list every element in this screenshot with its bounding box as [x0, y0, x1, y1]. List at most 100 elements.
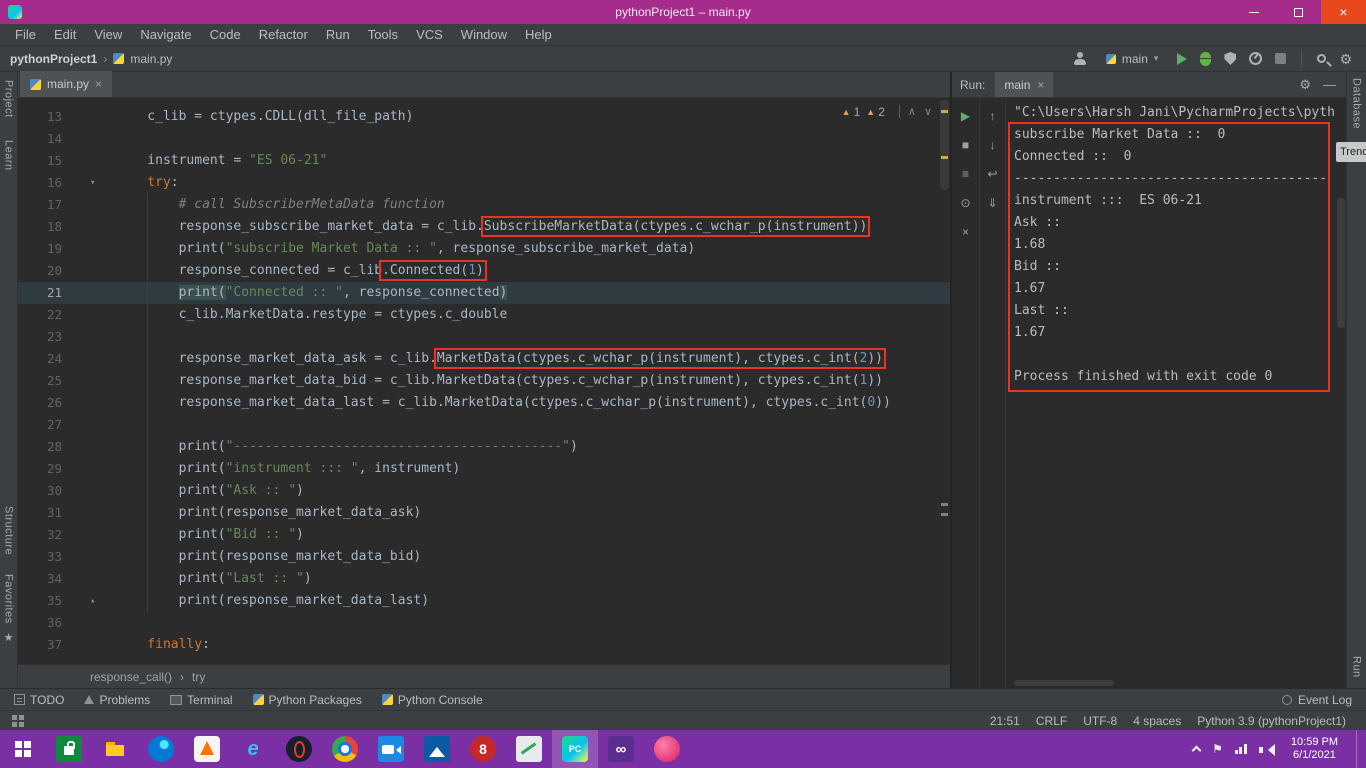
- tool-button-learn[interactable]: Learn: [3, 140, 15, 171]
- tool-window-button-todo[interactable]: TODO: [14, 693, 64, 707]
- breadcrumb-file[interactable]: main.py: [130, 52, 172, 66]
- run-button[interactable]: [1177, 52, 1188, 65]
- taskbar-app-visual-studio[interactable]: ∞: [598, 730, 644, 768]
- tab-close-icon[interactable]: ×: [95, 77, 102, 91]
- debug-icon[interactable]: [1200, 51, 1212, 66]
- settings-gear-icon[interactable]: ⚙: [1339, 52, 1352, 66]
- menu-item-run[interactable]: Run: [317, 24, 359, 46]
- menu-item-navigate[interactable]: Navigate: [131, 24, 200, 46]
- profiler-icon[interactable]: [1249, 52, 1263, 65]
- search-everywhere-icon[interactable]: [1317, 54, 1327, 63]
- breadcrumb-function[interactable]: response_call(): [90, 670, 172, 684]
- maximize-button[interactable]: [1276, 0, 1321, 24]
- show-desktop-button[interactable]: [1356, 730, 1362, 768]
- rerun-button[interactable]: ▶: [955, 106, 977, 126]
- fold-icon[interactable]: ▴: [90, 590, 95, 612]
- taskbar-app-file-explorer[interactable]: [92, 730, 138, 768]
- coverage-icon[interactable]: [1224, 52, 1237, 65]
- network-icon[interactable]: [1234, 744, 1247, 754]
- tab-main-py[interactable]: main.py ×: [20, 71, 113, 97]
- inspection-warning-1[interactable]: ▲ 1: [842, 105, 861, 119]
- menu-item-refactor[interactable]: Refactor: [250, 24, 317, 46]
- taskbar-clock[interactable]: 10:59 PM 6/1/2021: [1285, 736, 1344, 762]
- scrollbar-thumb[interactable]: [940, 100, 949, 190]
- taskbar-app-store[interactable]: [46, 730, 92, 768]
- tool-window-button-python-console[interactable]: Python Console: [381, 693, 483, 707]
- menu-item-view[interactable]: View: [85, 24, 131, 46]
- taskbar-app-vlc[interactable]: [184, 730, 230, 768]
- editor[interactable]: 13 c_lib = ctypes.CDLL(dll_file_path) 14 15…: [18, 98, 950, 664]
- hide-panel-icon[interactable]: —: [1323, 77, 1336, 92]
- console[interactable]: "C:\Users\Harsh Jani\PycharmProjects\pyt…: [1006, 98, 1346, 688]
- menu-item-vcs[interactable]: VCS: [407, 24, 452, 46]
- tool-window-button-problems[interactable]: Problems: [84, 693, 150, 707]
- run-panel-header: Run: main × ⚙ —: [952, 72, 1346, 98]
- tool-button-project[interactable]: Project: [3, 80, 15, 118]
- inspection-warning-2[interactable]: ▲ 2: [866, 105, 885, 119]
- stripe-mark[interactable]: [941, 503, 948, 506]
- up-stack-trace-button[interactable]: ↑: [982, 106, 1004, 126]
- code-with-me-icon[interactable]: [1073, 51, 1087, 66]
- breadcrumb-project[interactable]: pythonProject1: [10, 52, 97, 66]
- taskbar-start-button[interactable]: [0, 730, 46, 768]
- run-settings-gear-icon[interactable]: ⚙: [1299, 77, 1311, 93]
- menu-item-window[interactable]: Window: [452, 24, 516, 46]
- menu-item-edit[interactable]: Edit: [45, 24, 85, 46]
- tool-button-database[interactable]: Database: [1351, 78, 1363, 129]
- status-info-4[interactable]: Python 3.9 (pythonProject1): [1197, 714, 1346, 728]
- status-info-2[interactable]: UTF-8: [1083, 714, 1117, 728]
- fold-icon[interactable]: ▾: [90, 172, 95, 194]
- taskbar-app-chrome[interactable]: [322, 730, 368, 768]
- warning-stripe-mark[interactable]: [941, 110, 948, 113]
- warning-stripe-mark[interactable]: [941, 156, 948, 159]
- stop-icon[interactable]: [1275, 53, 1287, 64]
- console-hscrollbar[interactable]: [1014, 680, 1114, 686]
- stop-button[interactable]: ■: [955, 135, 977, 155]
- console-vscrollbar[interactable]: [1337, 198, 1345, 328]
- prev-warning-icon[interactable]: ∧: [908, 105, 916, 118]
- run-config-selector[interactable]: main ▾: [1100, 50, 1165, 68]
- breadcrumb-block[interactable]: try: [192, 670, 205, 684]
- taskbar-app-camera-app[interactable]: [368, 730, 414, 768]
- menu-item-file[interactable]: File: [6, 24, 45, 46]
- taskbar-app-photos[interactable]: [414, 730, 460, 768]
- trend-tab[interactable]: Trend: [1336, 142, 1366, 162]
- status-info-1[interactable]: CRLF: [1036, 714, 1067, 728]
- taskbar-app-internet-explorer[interactable]: e: [230, 730, 276, 768]
- tool-window-switcher-icon[interactable]: [12, 714, 24, 727]
- soft-wrap-button[interactable]: ↩: [982, 164, 1004, 184]
- event-log-button[interactable]: Event Log: [1281, 693, 1352, 707]
- tool-button-run[interactable]: Run: [1351, 656, 1363, 678]
- scroll-to-end-button[interactable]: ⇓: [982, 193, 1004, 213]
- volume-icon[interactable]: [1258, 743, 1275, 756]
- restore-layout-button[interactable]: ≡: [955, 164, 977, 184]
- taskbar-app-eight-ball[interactable]: 8: [460, 730, 506, 768]
- status-info-0[interactable]: 21:51: [990, 714, 1020, 728]
- close-content-button[interactable]: ×: [955, 222, 977, 242]
- taskbar-app-opera[interactable]: [276, 730, 322, 768]
- run-tab-main[interactable]: main ×: [995, 72, 1054, 97]
- minimize-button[interactable]: [1231, 0, 1276, 24]
- tool-button-structure[interactable]: Structure: [3, 506, 15, 555]
- pin-tab-button[interactable]: ⊙: [955, 193, 977, 213]
- down-stack-trace-button[interactable]: ↓: [982, 135, 1004, 155]
- stripe-mark[interactable]: [941, 513, 948, 516]
- menu-item-code[interactable]: Code: [201, 24, 250, 46]
- taskbar-app-paint[interactable]: [644, 730, 690, 768]
- taskbar-app-notes[interactable]: [506, 730, 552, 768]
- flag-icon[interactable]: ⚑: [1212, 742, 1223, 756]
- editor-scrollbar[interactable]: [938, 98, 950, 664]
- close-button[interactable]: ×: [1321, 0, 1366, 24]
- tool-window-button-python-packages[interactable]: Python Packages: [252, 693, 362, 707]
- tool-window-button-terminal[interactable]: Terminal: [170, 693, 233, 707]
- tray-expand-icon[interactable]: [1191, 745, 1202, 756]
- menu-item-help[interactable]: Help: [516, 24, 561, 46]
- menu-item-tools[interactable]: Tools: [359, 24, 407, 46]
- bookmarks-star-icon[interactable]: ★: [4, 631, 14, 644]
- run-tab-close-icon[interactable]: ×: [1037, 78, 1044, 92]
- taskbar-app-edge[interactable]: [138, 730, 184, 768]
- status-info-3[interactable]: 4 spaces: [1133, 714, 1181, 728]
- tool-button-favorites[interactable]: Favorites: [3, 574, 15, 624]
- taskbar-app-pycharm[interactable]: PC: [552, 730, 598, 768]
- next-warning-icon[interactable]: ∨: [924, 105, 932, 118]
